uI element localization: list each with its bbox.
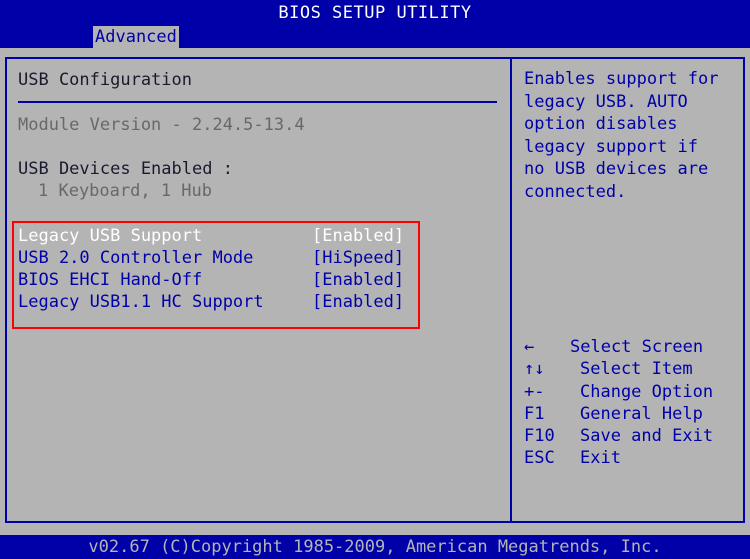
tab-strip: Advanced [0,26,750,48]
legend-desc: Exit [580,448,621,468]
legend-desc: Save and Exit [580,426,714,446]
help-text: Enables support for legacy USB. AUTO opt… [524,69,719,202]
f10-key: F10 [524,426,555,446]
copyright-footer: v02.67 (C)Copyright 1985-2009, American … [0,535,750,559]
highlight-box [12,221,420,329]
legend-desc: General Help [580,404,703,424]
plus-minus-icon: +- [524,382,545,402]
tab-advanced[interactable]: Advanced [93,26,179,48]
f1-key: F1 [524,404,545,424]
module-version: Module Version - 2.24.5-13.4 [18,115,305,135]
legend-desc: Change Option [580,382,714,402]
up-down-arrow-icon: ↑↓ [524,359,545,379]
legend-desc: Select Item [580,359,693,379]
window-title: BIOS SETUP UTILITY [0,0,750,26]
esc-key: ESC [524,448,555,468]
usb-devices-value: 1 Keyboard, 1 Hub [38,181,212,201]
usb-devices-label: USB Devices Enabled : [18,159,233,179]
panel-divider [510,57,512,523]
section-heading: USB Configuration [18,70,192,90]
section-divider [18,101,497,103]
left-arrow-icon: ← [524,337,535,357]
legend-desc: Select Screen [570,337,704,357]
